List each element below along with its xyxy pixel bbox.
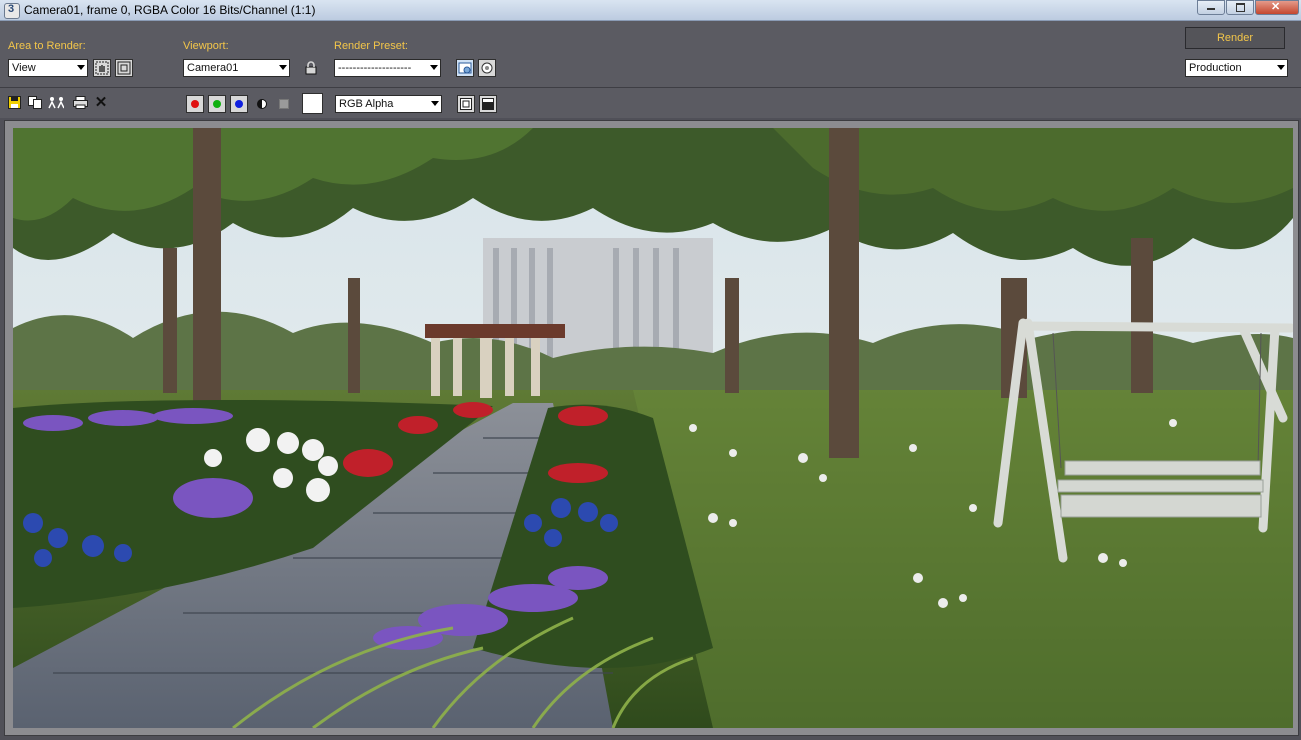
blue-channel-toggle[interactable]: [230, 95, 248, 113]
alpha-channel-toggle[interactable]: [254, 96, 270, 112]
channel-display-value: RGB Alpha: [339, 98, 394, 110]
close-button[interactable]: [1255, 0, 1299, 15]
toggle-ui-overlay-button[interactable]: [457, 95, 475, 113]
environment-button[interactable]: [478, 59, 496, 77]
area-to-render-value: View: [12, 62, 36, 74]
chevron-down-icon: [431, 101, 439, 106]
window-controls: [1196, 0, 1299, 15]
mono-channel-icon: [279, 99, 289, 109]
edit-region-button[interactable]: [93, 59, 111, 77]
render-setup-icon: [458, 62, 472, 74]
red-dot-icon: [191, 100, 199, 108]
window-title: Camera01, frame 0, RGBA Color 16 Bits/Ch…: [24, 3, 316, 17]
save-image-button[interactable]: [6, 94, 22, 110]
green-dot-icon: [213, 100, 221, 108]
lock-icon: [305, 61, 317, 75]
auto-region-button[interactable]: [115, 59, 133, 77]
render-preset-dropdown[interactable]: --------------------: [334, 59, 441, 77]
rendered-garden-scene: [13, 128, 1293, 728]
chevron-down-icon: [77, 65, 85, 70]
app-logo-icon[interactable]: [4, 3, 20, 19]
clear-icon: ✕: [94, 94, 108, 111]
save-image-icon: [7, 95, 21, 109]
render-preset-label: Render Preset:: [334, 40, 408, 52]
toolbar-separator: [0, 87, 1301, 88]
auto-region-icon: [117, 61, 131, 75]
render-mode-dropdown[interactable]: Production: [1185, 59, 1288, 77]
area-to-render-label: Area to Render:: [8, 40, 86, 52]
print-image-button[interactable]: [72, 94, 88, 110]
channel-display-dropdown[interactable]: RGB Alpha: [335, 95, 442, 113]
clear-button[interactable]: ✕: [93, 94, 109, 111]
maximize-button[interactable]: [1226, 0, 1254, 15]
render-preset-value: --------------------: [338, 62, 412, 74]
blue-dot-icon: [235, 100, 243, 108]
ui-overlay-icon: [460, 98, 472, 110]
render-setup-button[interactable]: [456, 59, 474, 77]
monochrome-toggle[interactable]: [276, 96, 292, 112]
viewport-label: Viewport:: [183, 40, 229, 52]
viewport-dropdown[interactable]: Camera01: [183, 59, 290, 77]
render-button[interactable]: Render: [1185, 27, 1285, 49]
render-mode-value: Production: [1189, 62, 1242, 74]
red-channel-toggle[interactable]: [186, 95, 204, 113]
area-to-render-dropdown[interactable]: View: [8, 59, 88, 77]
copy-image-button[interactable]: [27, 94, 43, 110]
print-image-icon: [72, 95, 88, 109]
environment-icon: [481, 62, 493, 74]
copy-image-icon: [28, 95, 42, 109]
chevron-down-icon: [430, 65, 438, 70]
clone-frame-buffer-icon: [48, 96, 64, 108]
green-channel-toggle[interactable]: [208, 95, 226, 113]
rendered-image[interactable]: [13, 128, 1293, 728]
alpha-channel-icon: [257, 99, 267, 109]
minimize-button[interactable]: [1197, 0, 1225, 15]
swatch-color[interactable]: [302, 93, 323, 114]
toggle-ui-button[interactable]: [479, 95, 497, 113]
frame-buffer-toolbar: Area to Render: Viewport: Render Preset:…: [0, 21, 1301, 118]
viewport-value: Camera01: [187, 62, 239, 74]
chevron-down-icon: [1277, 65, 1285, 70]
lock-viewport-button[interactable]: [303, 60, 319, 76]
title-bar: Camera01, frame 0, RGBA Color 16 Bits/Ch…: [0, 0, 1301, 21]
chevron-down-icon: [279, 65, 287, 70]
hand-region-icon: [95, 61, 109, 75]
clone-frame-buffer-button[interactable]: [48, 94, 64, 110]
ui-toggle-icon: [482, 98, 494, 110]
